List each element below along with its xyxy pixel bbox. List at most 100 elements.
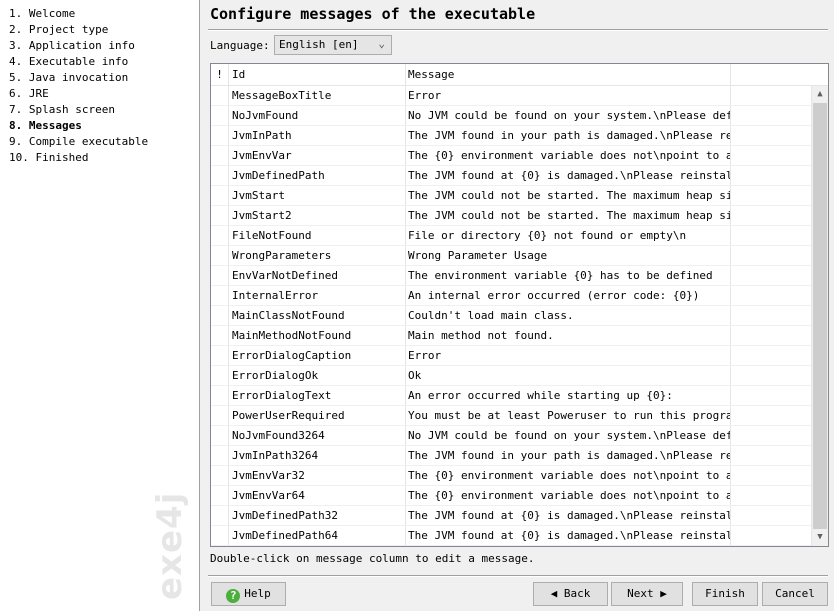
message-cell[interactable]: You must be at least Poweruser to run th…: [406, 406, 731, 425]
help-button[interactable]: ? Help: [211, 582, 286, 606]
table-row[interactable]: JvmStart2 The JVM could not be started. T…: [211, 206, 828, 226]
table-row[interactable]: ErrorDialogOk Ok: [211, 366, 828, 386]
flag-cell: [211, 166, 229, 185]
table-row[interactable]: PowerUserRequired You must be at least Po…: [211, 406, 828, 426]
next-button[interactable]: Next ▶: [611, 582, 683, 606]
table-row[interactable]: JvmEnvVar64 The {0} environment variable …: [211, 486, 828, 506]
flag-cell: [211, 326, 229, 345]
finish-label: Finish: [705, 587, 745, 600]
id-cell[interactable]: ErrorDialogText: [229, 386, 406, 405]
message-cell[interactable]: The JVM found at {0} is damaged.\nPlease…: [406, 526, 731, 545]
table-row[interactable]: JvmDefinedPath32 The JVM found at {0} is …: [211, 506, 828, 526]
table-row[interactable]: JvmEnvVar32 The {0} environment variable …: [211, 466, 828, 486]
table-row[interactable]: ErrorDialogCaption Error: [211, 346, 828, 366]
wizard-step: 3. Application info: [9, 39, 135, 52]
id-cell[interactable]: JvmEnvVar64: [229, 486, 406, 505]
message-cell[interactable]: The {0} environment variable does not\np…: [406, 486, 731, 505]
message-cell[interactable]: The JVM found at {0} is damaged.\nPlease…: [406, 506, 731, 525]
table-row[interactable]: MessageBoxTitle Error: [211, 86, 828, 106]
message-cell[interactable]: The JVM could not be started. The maximu…: [406, 186, 731, 205]
table-row[interactable]: WrongParameters Wrong Parameter Usage: [211, 246, 828, 266]
id-cell[interactable]: MainMethodNotFound: [229, 326, 406, 345]
id-cell[interactable]: WrongParameters: [229, 246, 406, 265]
message-cell[interactable]: Couldn't load main class.: [406, 306, 731, 325]
id-cell[interactable]: JvmStart2: [229, 206, 406, 225]
message-cell[interactable]: The {0} environment variable does not\np…: [406, 146, 731, 165]
table-row[interactable]: InternalError An internal error occurred …: [211, 286, 828, 306]
id-cell[interactable]: JvmEnvVar: [229, 146, 406, 165]
table-row[interactable]: JvmEnvVar The {0} environment variable do…: [211, 146, 828, 166]
cancel-button[interactable]: Cancel: [762, 582, 828, 606]
flag-cell: [211, 386, 229, 405]
message-cell[interactable]: Error: [406, 346, 731, 365]
id-cell[interactable]: JvmInPath3264: [229, 446, 406, 465]
wizard-step: 1. Welcome: [9, 7, 76, 20]
id-cell[interactable]: JvmEnvVar32: [229, 466, 406, 485]
message-cell[interactable]: Wrong Parameter Usage: [406, 246, 731, 265]
table-row[interactable]: JvmDefinedPath The JVM found at {0} is da…: [211, 166, 828, 186]
id-cell[interactable]: JvmDefinedPath32: [229, 506, 406, 525]
id-cell[interactable]: EnvVarNotDefined: [229, 266, 406, 285]
back-button[interactable]: ◀ Back: [533, 582, 608, 606]
table-row[interactable]: NoJvmFound3264 No JVM could be found on y…: [211, 426, 828, 446]
table-row[interactable]: MainClassNotFound Couldn't load main clas…: [211, 306, 828, 326]
flag-cell: [211, 186, 229, 205]
id-cell[interactable]: JvmStart: [229, 186, 406, 205]
help-icon: ?: [226, 589, 241, 603]
message-cell[interactable]: File or directory {0} not found or empty…: [406, 226, 731, 245]
message-cell[interactable]: An internal error occurred (error code: …: [406, 286, 731, 305]
messages-table: ! Id Message MessageBoxTitle Error NoJvmFo…: [210, 63, 829, 547]
scroll-down-icon[interactable]: ▼: [812, 529, 828, 546]
column-header-id[interactable]: Id: [229, 64, 406, 85]
page-title: Configure messages of the executable: [210, 5, 536, 23]
message-cell[interactable]: Error: [406, 86, 731, 105]
message-cell[interactable]: Ok: [406, 366, 731, 385]
table-row[interactable]: JvmDefinedPath64 The JVM found at {0} is …: [211, 526, 828, 546]
message-cell[interactable]: Main method not found.: [406, 326, 731, 345]
flag-cell: [211, 246, 229, 265]
message-cell[interactable]: No JVM could be found on your system.\nP…: [406, 106, 731, 125]
message-cell[interactable]: The {0} environment variable does not\np…: [406, 466, 731, 485]
message-cell[interactable]: The environment variable {0} has to be d…: [406, 266, 731, 285]
message-cell[interactable]: No JVM could be found on your system.\nP…: [406, 426, 731, 445]
scroll-thumb[interactable]: [813, 103, 827, 529]
finish-button[interactable]: Finish: [692, 582, 758, 606]
message-cell[interactable]: The JVM could not be started. The maximu…: [406, 206, 731, 225]
next-label: Next: [627, 587, 654, 600]
column-header-message[interactable]: Message: [406, 64, 731, 85]
table-row[interactable]: EnvVarNotDefined The environment variable…: [211, 266, 828, 286]
language-select[interactable]: English [en] ⌄: [274, 35, 392, 55]
id-cell[interactable]: PowerUserRequired: [229, 406, 406, 425]
title-divider: [208, 29, 828, 31]
exe4j-logo: exe4j: [150, 491, 190, 600]
column-header-flag[interactable]: !: [211, 64, 229, 85]
id-cell[interactable]: NoJvmFound: [229, 106, 406, 125]
table-row[interactable]: ErrorDialogText An error occurred while s…: [211, 386, 828, 406]
wizard-step: 5. Java invocation: [9, 71, 129, 84]
table-row[interactable]: MainMethodNotFound Main method not found.: [211, 326, 828, 346]
id-cell[interactable]: InternalError: [229, 286, 406, 305]
id-cell[interactable]: JvmDefinedPath: [229, 166, 406, 185]
table-row[interactable]: JvmInPath3264 The JVM found in your path …: [211, 446, 828, 466]
arrow-left-icon: ◀: [550, 587, 564, 600]
id-cell[interactable]: NoJvmFound3264: [229, 426, 406, 445]
table-row[interactable]: FileNotFound File or directory {0} not fo…: [211, 226, 828, 246]
table-row[interactable]: NoJvmFound No JVM could be found on your …: [211, 106, 828, 126]
table-row[interactable]: JvmStart The JVM could not be started. Th…: [211, 186, 828, 206]
arrow-right-icon: ▶: [653, 587, 667, 600]
id-cell[interactable]: MessageBoxTitle: [229, 86, 406, 105]
message-cell[interactable]: The JVM found in your path is damaged.\n…: [406, 446, 731, 465]
id-cell[interactable]: JvmInPath: [229, 126, 406, 145]
message-cell[interactable]: The JVM found in your path is damaged.\n…: [406, 126, 731, 145]
message-cell[interactable]: The JVM found at {0} is damaged.\nPlease…: [406, 166, 731, 185]
message-cell[interactable]: An error occurred while starting up {0}:: [406, 386, 731, 405]
id-cell[interactable]: ErrorDialogOk: [229, 366, 406, 385]
scroll-up-icon[interactable]: ▲: [812, 86, 828, 103]
table-row[interactable]: JvmInPath The JVM found in your path is d…: [211, 126, 828, 146]
id-cell[interactable]: FileNotFound: [229, 226, 406, 245]
id-cell[interactable]: MainClassNotFound: [229, 306, 406, 325]
vertical-scrollbar[interactable]: ▲ ▼: [811, 86, 828, 546]
wizard-steps-sidebar: 1. Welcome 2. Project type 3. Application …: [0, 0, 200, 611]
id-cell[interactable]: JvmDefinedPath64: [229, 526, 406, 545]
id-cell[interactable]: ErrorDialogCaption: [229, 346, 406, 365]
